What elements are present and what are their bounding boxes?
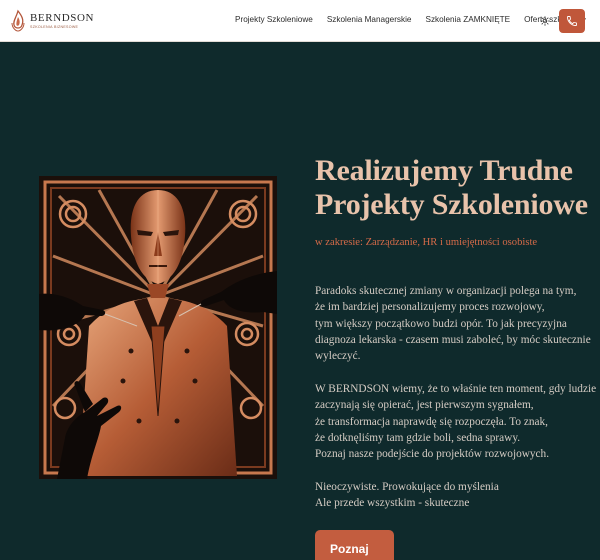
- paragraph-line: Ale przede wszystkim - skuteczne: [315, 497, 470, 510]
- hero-title-line-1: Realizujemy Trudne: [315, 154, 573, 187]
- brand-name: BERNDSON: [30, 11, 95, 24]
- paragraph-line: że im bardziej personalizujemy proces ro…: [315, 301, 545, 314]
- hero-paragraph-3: Nieoczywiste. Prowokujące do myślenia Al…: [315, 479, 595, 512]
- nav-projekty-szkoleniowe[interactable]: Projekty Szkoleniowe: [235, 15, 313, 24]
- sun-icon[interactable]: [540, 16, 550, 26]
- nav-szkolenia-zamkniete[interactable]: Szkolenia ZAMKNIĘTE: [425, 15, 510, 24]
- paragraph-line: wyleczyć.: [315, 350, 361, 363]
- hero-title-line-2: Projekty Szkoleniowe: [315, 188, 588, 221]
- paragraph-line: zaczynają się opierać, jest pierwszym sy…: [315, 399, 534, 412]
- hero-title: Realizujemy Trudne Projekty Szkoleniowe: [315, 154, 590, 222]
- paragraph-line: Paradoks skutecznej zmiany w organizacji…: [315, 285, 577, 297]
- art-deco-figure-illustration: [39, 176, 277, 479]
- paragraph-line: że transformacja naprawdę się rozpoczęła…: [315, 415, 548, 428]
- phone-button[interactable]: [559, 9, 585, 33]
- paragraph-line: W BERNDSON wiemy, że to właśnie ten mome…: [315, 383, 597, 395]
- brand-tagline: SZKOLENIA BIZNESOWE: [30, 24, 79, 29]
- nav-szkolenia-managerskie[interactable]: Szkolenia Managerskie: [327, 15, 412, 24]
- hero-paragraph-2: W BERNDSON wiemy, że to właśnie ten mome…: [315, 381, 597, 462]
- hero-subtitle: w zakresie: Zarządzanie, HR i umiejętnoś…: [315, 237, 538, 248]
- paragraph-line: tym większy początkowo budzi opór. To ja…: [315, 317, 567, 330]
- poznaj-button[interactable]: Poznaj: [315, 530, 394, 560]
- paragraph-line: Poznaj nasze podejście do projektów rozw…: [315, 448, 550, 461]
- brand-logo[interactable]: BERNDSON SZKOLENIA BIZNESOWE: [9, 9, 94, 33]
- hero-paragraph-1: Paradoks skutecznej zmiany w organizacji…: [315, 283, 595, 364]
- phone-icon: [567, 16, 577, 26]
- paragraph-line: że dotknęliśmy tam gdzie boli, sedna spr…: [315, 431, 521, 444]
- paragraph-line: diagnoza lekarska - czasem musi zaboleć,…: [315, 333, 591, 346]
- paragraph-line: Nieoczywiste. Prowokujące do myślenia: [315, 481, 499, 493]
- hero-artwork: [39, 176, 277, 479]
- top-navbar: BERNDSON SZKOLENIA BIZNESOWE Projekty Sz…: [0, 0, 600, 42]
- flame-logo-icon: [11, 9, 25, 32]
